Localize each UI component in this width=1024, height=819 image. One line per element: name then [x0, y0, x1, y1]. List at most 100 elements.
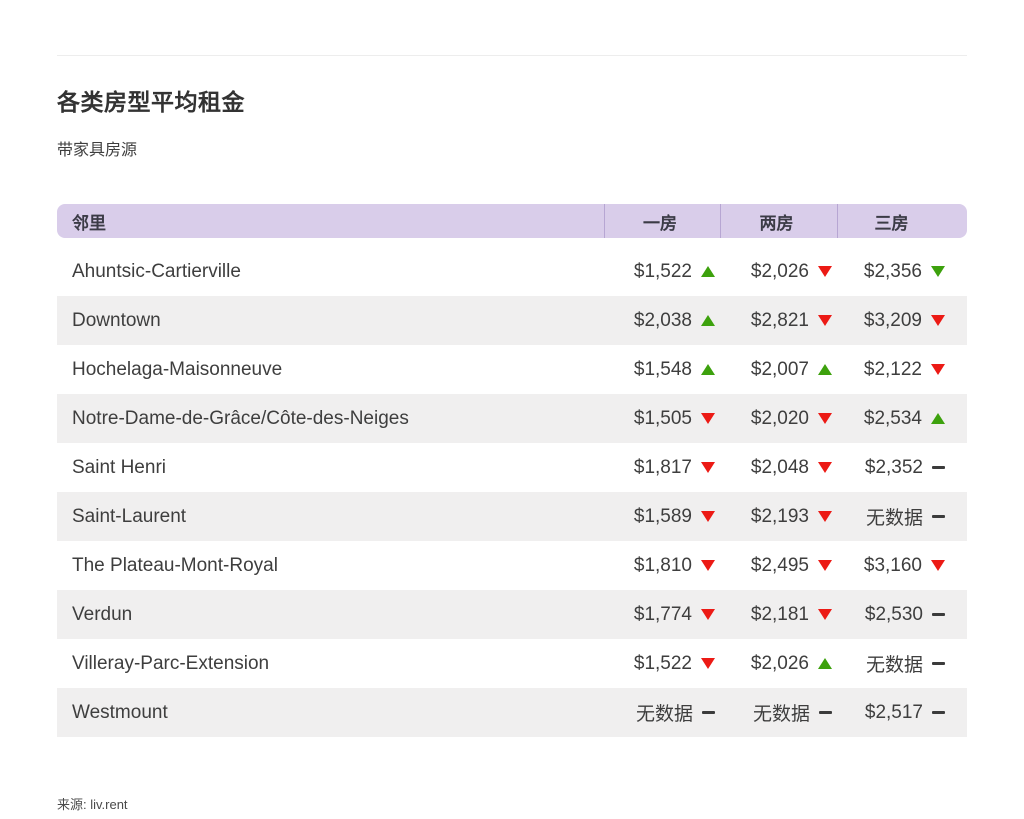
rent-cell: $1,774 [604, 590, 720, 639]
rent-value: $2,038 [633, 309, 692, 331]
rent-value: $2,530 [864, 603, 923, 625]
table-row: Verdun $1,774 $2,181 $2,530 [57, 590, 967, 639]
page-title: 各类房型平均租金 [57, 89, 245, 115]
rent-cell: 无数据 [604, 688, 720, 737]
rent-cell: $1,548 [604, 345, 720, 394]
trend-down-icon [701, 511, 715, 522]
rent-cell: $3,209 [837, 296, 967, 345]
trend-flat-icon [932, 465, 945, 470]
rent-value: $1,589 [633, 505, 692, 527]
table-header-row: 邻里 一房 两房 三房 [57, 204, 967, 238]
trend-down-icon [818, 462, 832, 473]
rent-value: 无数据 [635, 704, 693, 725]
neighborhood-name: Notre-Dame-de-Grâce/Côte-des-Neiges [72, 407, 409, 429]
rent-value: $1,522 [633, 260, 692, 282]
trend-down-icon [818, 315, 832, 326]
neighborhood-name: The Plateau-Mont-Royal [72, 554, 278, 576]
rent-cell: $2,026 [720, 247, 837, 296]
neighborhood-name: Saint Henri [72, 456, 166, 478]
trend-down-icon [818, 560, 832, 571]
rent-value: $2,534 [863, 407, 922, 429]
trend-down-icon [701, 462, 715, 473]
table-row: Ahuntsic-Cartierville $1,522 $2,026 $2,3… [57, 247, 967, 296]
rent-cell: $1,589 [604, 492, 720, 541]
trend-flat-icon [819, 710, 832, 715]
rent-value: $1,774 [633, 603, 692, 625]
rent-cell: $2,020 [720, 394, 837, 443]
rent-value: $2,048 [750, 456, 809, 478]
rent-cell: $2,026 [720, 639, 837, 688]
trend-down-icon [931, 364, 945, 375]
neighborhood-name: Westmount [72, 701, 168, 723]
neighborhood-name: Ahuntsic-Cartierville [72, 260, 241, 282]
trend-down-icon [818, 413, 832, 424]
trend-down-icon [701, 658, 715, 669]
rent-value: $2,026 [750, 260, 809, 282]
rent-value: 无数据 [752, 704, 810, 725]
trend-flat-icon [932, 710, 945, 715]
rent-value: $2,026 [750, 652, 809, 674]
trend-flat-icon [702, 710, 715, 715]
table-row: Villeray-Parc-Extension $1,522 $2,026 无数… [57, 639, 967, 688]
neighborhood-name: Verdun [72, 603, 133, 625]
rent-value: $2,020 [750, 407, 809, 429]
neighborhood-name: Hochelaga-Maisonneuve [72, 358, 283, 380]
column-header-three-bed: 三房 [837, 204, 967, 238]
neighborhood-name: Villeray-Parc-Extension [72, 652, 270, 674]
rent-cell: $1,522 [604, 247, 720, 296]
rent-value: $2,122 [863, 358, 922, 380]
table-row: Saint Henri $1,817 $2,048 $2,352 [57, 443, 967, 492]
rent-cell: $2,038 [604, 296, 720, 345]
rent-cell: $2,495 [720, 541, 837, 590]
rent-cell: $2,821 [720, 296, 837, 345]
rent-value: $1,522 [633, 652, 692, 674]
rent-cell: $2,352 [837, 443, 967, 492]
table-row: Saint-Laurent $1,589 $2,193 无数据 [57, 492, 967, 541]
rent-value: $1,817 [633, 456, 692, 478]
trend-down-icon [701, 609, 715, 620]
table-row: Downtown $2,038 $2,821 $3,209 [57, 296, 967, 345]
neighborhood-name: Downtown [72, 309, 161, 331]
rent-value: $2,356 [863, 260, 922, 282]
trend-down-icon [931, 315, 945, 326]
rent-cell: $2,007 [720, 345, 837, 394]
trend-up-icon [701, 315, 715, 326]
table-row: The Plateau-Mont-Royal $1,810 $2,495 $3,… [57, 541, 967, 590]
source-caption: 来源: liv.rent [57, 797, 128, 812]
table-body: Ahuntsic-Cartierville $1,522 $2,026 $2,3… [57, 247, 967, 737]
page-subtitle: 带家具房源 [57, 142, 138, 159]
rent-value: $1,548 [633, 358, 692, 380]
rent-cell: $2,530 [837, 590, 967, 639]
rent-cell: 无数据 [720, 688, 837, 737]
top-divider [57, 55, 967, 56]
table-row: Notre-Dame-de-Grâce/Côte-des-Neiges $1,5… [57, 394, 967, 443]
rent-value: $2,517 [864, 701, 923, 723]
trend-up-icon [818, 658, 832, 669]
rent-cell: $1,810 [604, 541, 720, 590]
rent-cell: $2,193 [720, 492, 837, 541]
rent-cell: $2,122 [837, 345, 967, 394]
page-content: 各类房型平均租金 带家具房源 邻里 一房 两房 三房 Ahuntsic-Cart… [57, 0, 967, 813]
trend-up-icon [701, 266, 715, 277]
neighborhood-name: Saint-Laurent [72, 505, 187, 527]
rent-cell: 无数据 [837, 492, 967, 541]
rent-value: 无数据 [865, 508, 923, 529]
rent-value: $1,810 [633, 554, 692, 576]
column-header-two-bed: 两房 [720, 204, 837, 238]
trend-up-icon [931, 413, 945, 424]
trend-flat-icon [932, 612, 945, 617]
rent-value: $2,352 [864, 456, 923, 478]
rent-value: $1,505 [633, 407, 692, 429]
trend-down-icon [701, 413, 715, 424]
rent-value: $3,209 [863, 309, 922, 331]
column-header-one-bed: 一房 [604, 204, 720, 238]
rent-cell: $2,181 [720, 590, 837, 639]
trend-down-icon [818, 511, 832, 522]
trend-down-icon [701, 560, 715, 571]
rent-cell: $2,356 [837, 247, 967, 296]
trend-up-icon [701, 364, 715, 375]
rent-value: $2,495 [750, 554, 809, 576]
rent-cell: $1,522 [604, 639, 720, 688]
rent-value: 无数据 [865, 655, 923, 676]
trend-up-icon [818, 364, 832, 375]
